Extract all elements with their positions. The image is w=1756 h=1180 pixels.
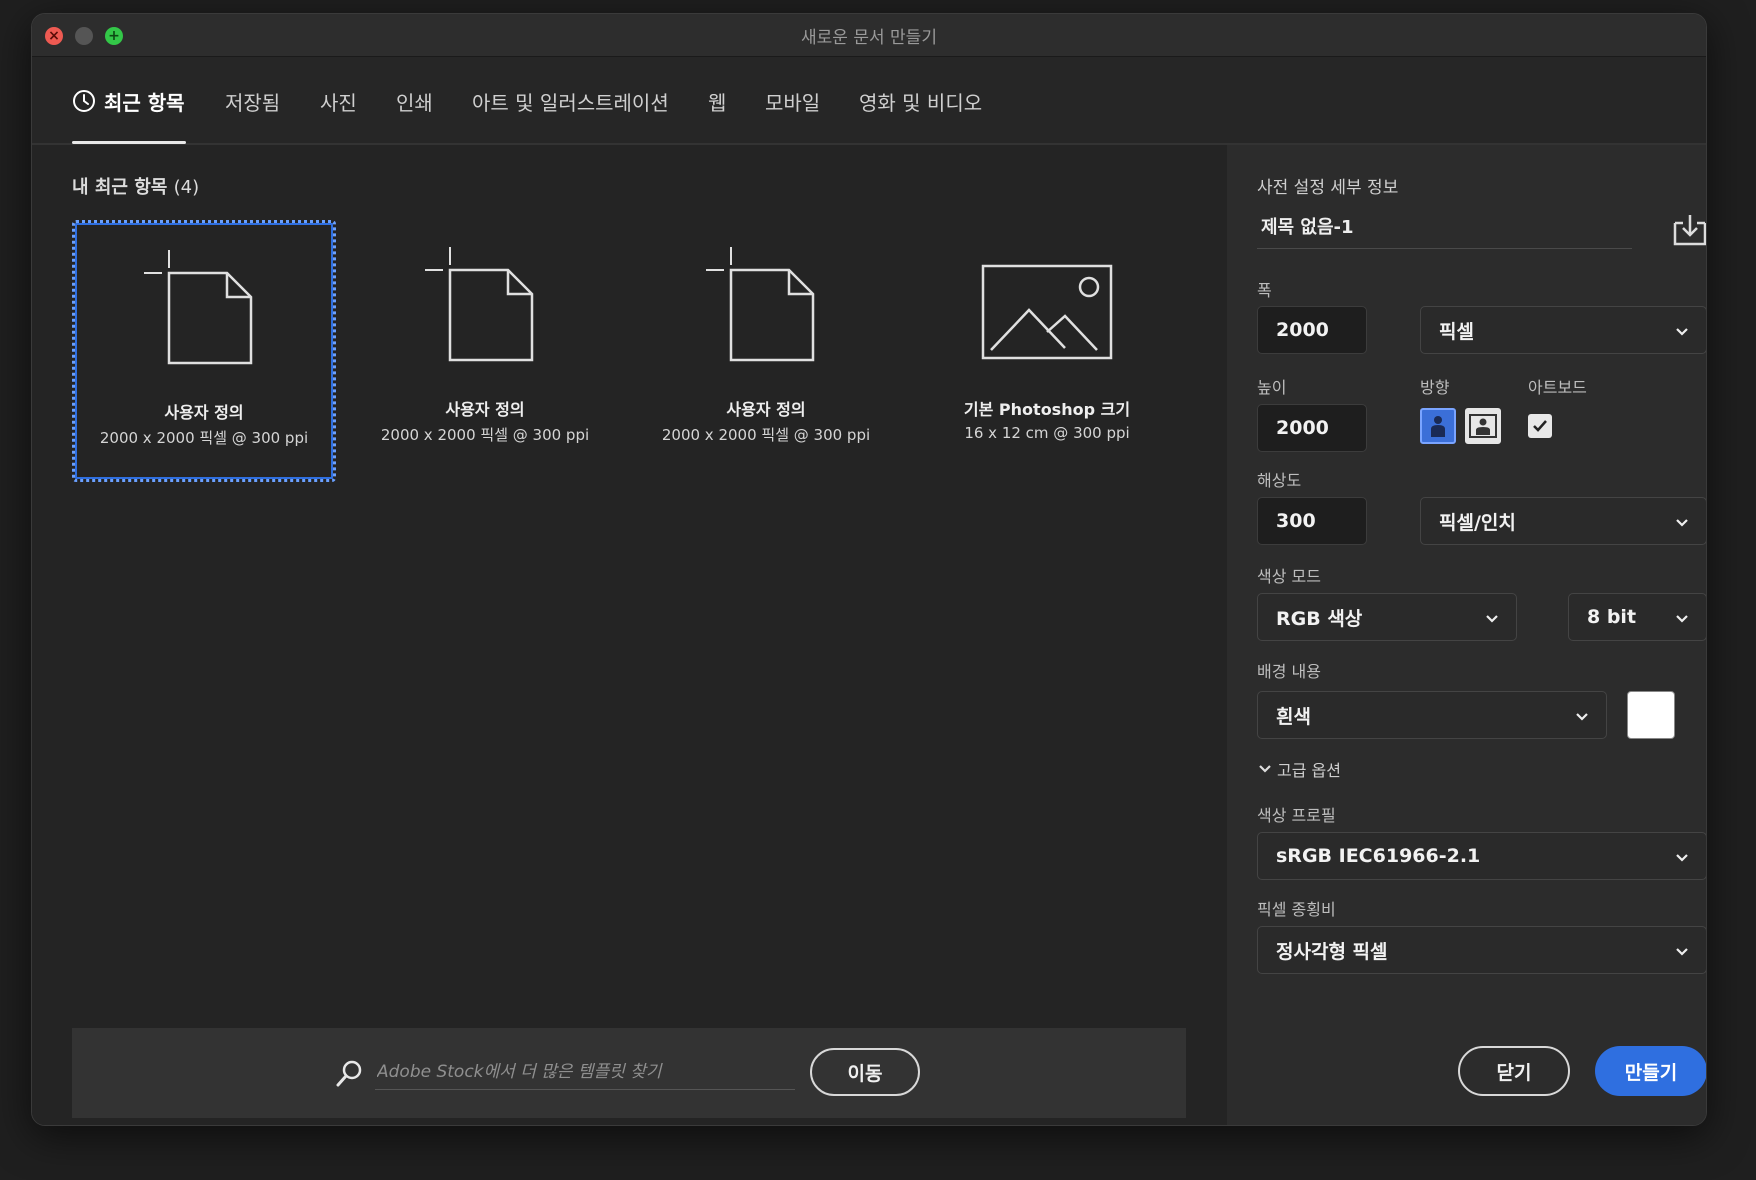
chevron-down-icon [1259, 765, 1271, 773]
landscape-orientation-button[interactable] [1465, 408, 1501, 444]
active-tab-indicator [72, 141, 186, 144]
chevron-down-icon [1484, 610, 1500, 632]
select-value: 픽셀/인치 [1439, 511, 1516, 534]
clock-icon [72, 89, 96, 113]
recent-item-name: 기본 Photoshop 크기 [963, 400, 1131, 419]
title-bar: × + 새로운 문서 만들기 [32, 14, 1706, 57]
recent-item-name: 사용자 정의 [164, 403, 244, 422]
chevron-down-icon [1674, 514, 1690, 536]
background-label: 배경 내용 [1257, 662, 1321, 681]
recent-item-desc: 16 x 12 cm @ 300 ppi [964, 424, 1130, 442]
recent-items-panel: 내 최근 항목 (4) 사용자 정의 2000 x 2000 픽셀 @ 300 … [32, 145, 1227, 1125]
color-profile-select[interactable]: sRGB IEC61966-2.1 [1257, 832, 1706, 880]
preset-details-panel: 사전 설정 세부 정보 제목 없음-1 폭 2000 픽셀 높이 방향 아트보드… [1227, 145, 1706, 1125]
artboard-checkbox[interactable] [1528, 414, 1552, 438]
image-placeholder-icon [915, 240, 1179, 370]
document-name-field[interactable]: 제목 없음-1 [1257, 207, 1632, 249]
recent-item-desc: 2000 x 2000 픽셀 @ 300 ppi [99, 429, 309, 447]
color-profile-label: 색상 프로필 [1257, 806, 1336, 825]
recent-item-name: 사용자 정의 [726, 400, 806, 419]
recent-item-card[interactable]: 기본 Photoshop 크기 16 x 12 cm @ 300 ppi [915, 220, 1179, 482]
chevron-down-icon [1674, 323, 1690, 345]
select-value: RGB 색상 [1276, 607, 1363, 630]
height-label: 높이 [1257, 378, 1287, 397]
recent-items-heading: 내 최근 항목 (4) [72, 177, 200, 198]
select-value: 픽셀 [1439, 320, 1474, 343]
recent-item-desc: 2000 x 2000 픽셀 @ 300 ppi [380, 426, 590, 444]
resolution-unit-select[interactable]: 픽셀/인치 [1420, 497, 1706, 545]
stock-search-bar: 이동 [72, 1028, 1186, 1118]
select-value: sRGB IEC61966-2.1 [1276, 845, 1481, 867]
height-input[interactable]: 2000 [1257, 404, 1367, 452]
advanced-options-label: 고급 옵션 [1277, 761, 1341, 780]
blank-document-icon [353, 240, 617, 370]
tab-saved[interactable]: 저장됨 [225, 57, 280, 145]
pixel-aspect-label: 픽셀 종횡비 [1257, 900, 1336, 919]
tab-mobile[interactable]: 모바일 [765, 57, 820, 145]
chevron-down-icon [1574, 708, 1590, 730]
save-preset-icon[interactable] [1672, 213, 1706, 251]
chevron-down-icon [1674, 943, 1690, 965]
portrait-orientation-button[interactable] [1420, 408, 1456, 444]
blank-document-icon [634, 240, 898, 370]
recent-item-card[interactable]: 사용자 정의 2000 x 2000 픽셀 @ 300 ppi [353, 220, 617, 482]
person-landscape-icon [1469, 414, 1497, 438]
tab-print[interactable]: 인쇄 [396, 57, 433, 145]
color-mode-select[interactable]: RGB 색상 [1257, 593, 1517, 641]
chevron-down-icon [1674, 849, 1690, 871]
close-button[interactable]: 닫기 [1458, 1046, 1570, 1096]
width-unit-select[interactable]: 픽셀 [1420, 306, 1706, 354]
orientation-label: 방향 [1420, 378, 1450, 397]
preset-details-heading: 사전 설정 세부 정보 [1257, 178, 1399, 198]
background-color-swatch[interactable] [1627, 691, 1675, 739]
select-value: 흰색 [1276, 705, 1311, 728]
tab-label: 최근 항목 [104, 90, 185, 115]
background-select[interactable]: 흰색 [1257, 691, 1607, 739]
stock-go-button[interactable]: 이동 [810, 1048, 920, 1096]
recent-item-card[interactable]: 사용자 정의 2000 x 2000 픽셀 @ 300 ppi [72, 220, 336, 482]
bit-depth-select[interactable]: 8 bit [1568, 593, 1706, 641]
blank-document-icon [75, 243, 333, 373]
new-document-dialog: × + 새로운 문서 만들기 최근 항목 저장됨 사진 인쇄 아트 및 일러스트… [31, 13, 1707, 1126]
search-icon [334, 1059, 364, 1093]
window-title: 새로운 문서 만들기 [801, 28, 937, 48]
create-button[interactable]: 만들기 [1595, 1046, 1706, 1096]
tab-art-illustration[interactable]: 아트 및 일러스트레이션 [472, 57, 669, 145]
select-value: 정사각형 픽셀 [1276, 940, 1388, 963]
resolution-label: 해상도 [1257, 471, 1302, 490]
checkmark-icon [1533, 420, 1547, 432]
artboard-label: 아트보드 [1528, 378, 1587, 397]
advanced-options-toggle[interactable]: 고급 옵션 [1257, 757, 1341, 781]
person-portrait-icon [1431, 416, 1445, 437]
width-label: 폭 [1257, 281, 1272, 300]
chevron-down-icon [1674, 610, 1690, 632]
recent-item-name: 사용자 정의 [445, 400, 525, 419]
width-input[interactable]: 2000 [1257, 306, 1367, 354]
pixel-aspect-select[interactable]: 정사각형 픽셀 [1257, 926, 1706, 974]
color-mode-label: 색상 모드 [1257, 567, 1321, 586]
select-value: 8 bit [1587, 606, 1637, 628]
tab-film-video[interactable]: 영화 및 비디오 [859, 57, 982, 145]
resolution-input[interactable]: 300 [1257, 497, 1367, 545]
category-tabs: 최근 항목 저장됨 사진 인쇄 아트 및 일러스트레이션 웹 모바일 영화 및 … [32, 57, 1706, 145]
recent-item-card[interactable]: 사용자 정의 2000 x 2000 픽셀 @ 300 ppi [634, 220, 898, 482]
tab-recent[interactable]: 최근 항목 [72, 57, 185, 145]
tab-photo[interactable]: 사진 [320, 57, 357, 145]
recent-item-desc: 2000 x 2000 픽셀 @ 300 ppi [661, 426, 871, 444]
recent-items-count: (4) [173, 177, 200, 198]
tab-web[interactable]: 웹 [708, 57, 726, 145]
stock-search-input[interactable] [375, 1054, 795, 1090]
